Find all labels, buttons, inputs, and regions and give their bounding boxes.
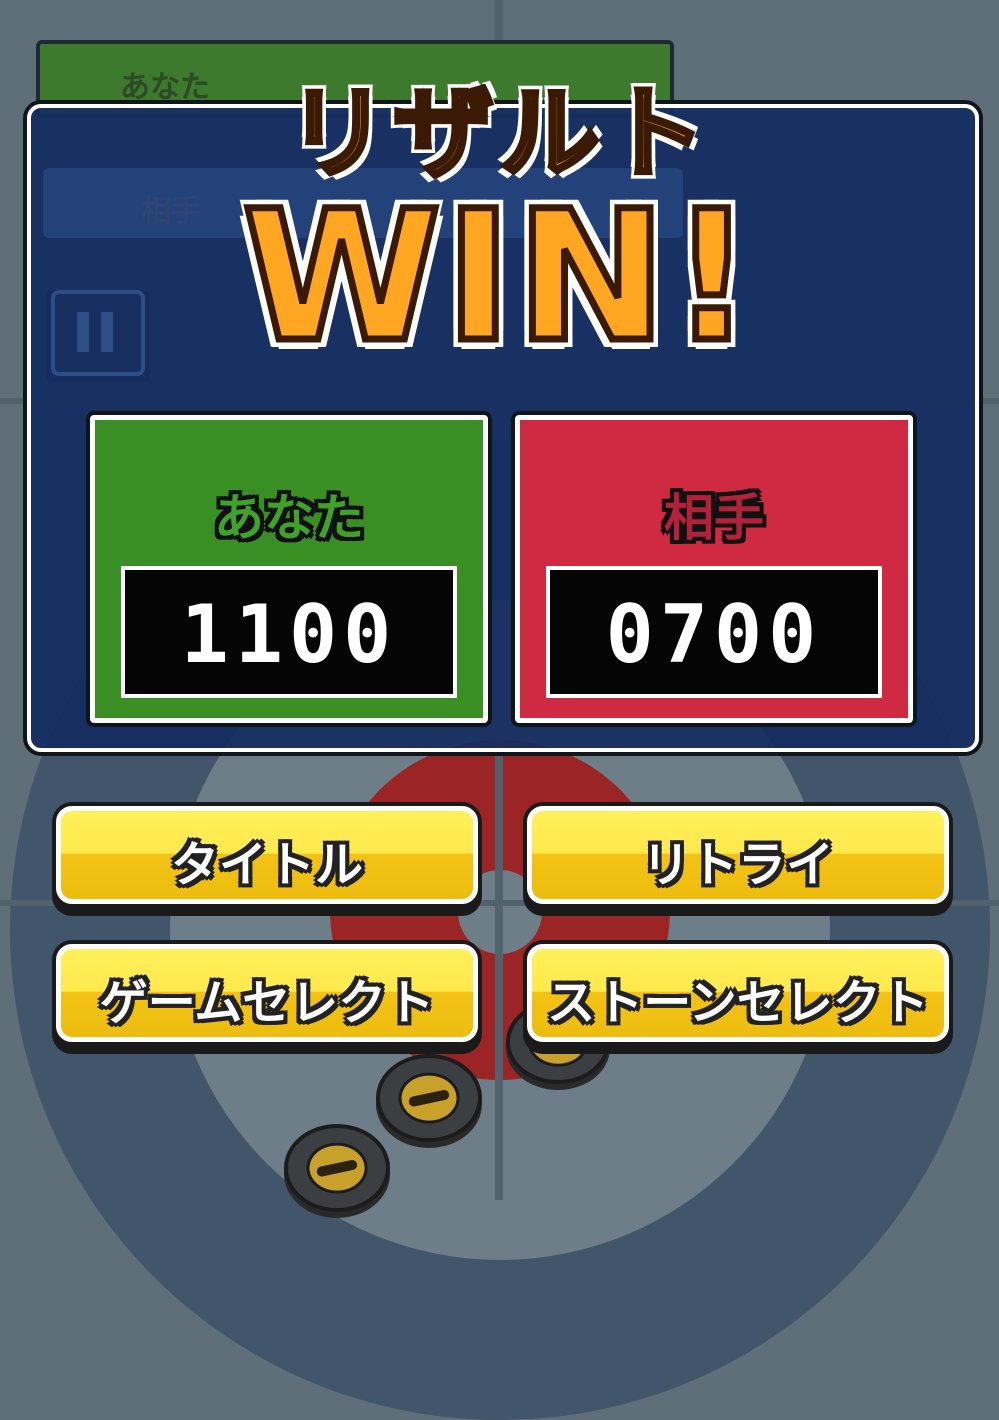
stone-select-button[interactable]: ストーンセレクト: [527, 944, 949, 1042]
your-score-card: あなた 1100: [90, 415, 488, 723]
stone-select-button-label: ストーンセレクト: [547, 975, 929, 1031]
opponent-score-value: 0700: [605, 588, 823, 681]
your-score-value: 1100: [180, 588, 398, 681]
opponent-score-box: 0700: [546, 566, 882, 698]
game-select-button-label: ゲームセレクト: [99, 975, 435, 1031]
curling-stone-icon: [376, 1054, 482, 1142]
opponent-score-card: 相手 0700: [515, 415, 913, 723]
opponent-name-label: 相手: [664, 489, 764, 547]
title-button-label: タイトル: [170, 837, 363, 893]
retry-button-label: リトライ: [641, 837, 834, 893]
title-button[interactable]: タイトル: [56, 806, 478, 904]
ice-center-line-overlay: [495, 740, 503, 1200]
win-banner: WIN!: [239, 173, 757, 382]
curling-stone-icon: [284, 1124, 390, 1212]
your-score-box: 1100: [121, 566, 457, 698]
game-select-button[interactable]: ゲームセレクト: [56, 944, 478, 1042]
your-name-label: あなた: [214, 489, 364, 547]
retry-button[interactable]: リトライ: [527, 806, 949, 904]
